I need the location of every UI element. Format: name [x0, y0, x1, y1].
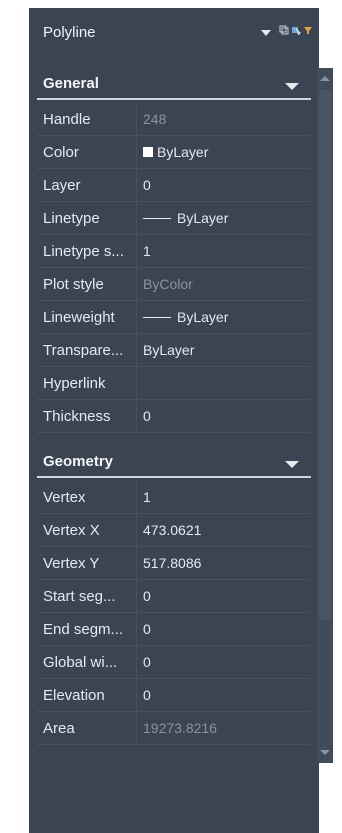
- property-value[interactable]: 0: [143, 177, 151, 193]
- property-row-lineweight[interactable]: Lineweight ByLayer: [37, 301, 311, 334]
- property-value[interactable]: 1: [143, 243, 151, 259]
- property-value[interactable]: 0: [143, 621, 151, 637]
- object-type-title: Polyline: [43, 24, 96, 41]
- property-label: Lineweight: [43, 309, 115, 326]
- color-swatch-icon: [143, 147, 153, 157]
- column-divider: [136, 481, 137, 513]
- property-label: Transpare...: [43, 342, 124, 359]
- column-divider: [136, 712, 137, 744]
- lineweight-preview-icon: [143, 317, 171, 318]
- column-divider: [136, 580, 137, 612]
- scroll-up-icon[interactable]: [320, 76, 330, 81]
- property-label: Layer: [43, 177, 81, 194]
- property-row-thickness[interactable]: Thickness 0: [37, 400, 311, 433]
- property-row-start-segment-width[interactable]: Start seg... 0: [37, 580, 311, 613]
- property-label: End segm...: [43, 621, 124, 638]
- property-row-layer[interactable]: Layer 0: [37, 169, 311, 202]
- column-divider: [136, 103, 137, 135]
- property-value: ByLayer: [157, 144, 209, 160]
- property-label: Handle: [43, 111, 91, 128]
- collapse-arrow-icon[interactable]: [285, 83, 299, 90]
- property-value[interactable]: 1: [143, 489, 151, 505]
- property-label: Area: [43, 720, 75, 737]
- column-divider: [136, 613, 137, 645]
- property-label: Plot style: [43, 276, 104, 293]
- property-value: ByLayer: [177, 309, 229, 325]
- property-value[interactable]: 473.0621: [143, 522, 201, 538]
- property-value[interactable]: 0: [143, 588, 151, 604]
- properties-panel: Polyline General Handle 248 Color ByLaye…: [29, 8, 333, 833]
- property-row-end-segment-width[interactable]: End segm... 0: [37, 613, 311, 646]
- property-label: Thickness: [43, 408, 111, 425]
- column-divider: [136, 646, 137, 678]
- property-row-vertex-y[interactable]: Vertex Y 517.8086: [37, 547, 311, 580]
- property-row-area[interactable]: Area 19273.8216: [37, 712, 311, 745]
- column-divider: [136, 547, 137, 579]
- property-row-global-width[interactable]: Global wi... 0: [37, 646, 311, 679]
- property-row-linetype-scale[interactable]: Linetype s... 1: [37, 235, 311, 268]
- property-value[interactable]: 0: [143, 408, 151, 424]
- panel-header: Polyline: [29, 20, 319, 46]
- property-value[interactable]: ByLayer: [143, 342, 194, 358]
- property-value[interactable]: 517.8086: [143, 555, 201, 571]
- section-divider: [37, 476, 311, 478]
- property-value-linetype[interactable]: ByLayer: [143, 210, 228, 226]
- section-general-label: General: [43, 75, 99, 92]
- column-divider: [136, 136, 137, 168]
- column-divider: [136, 514, 137, 546]
- select-objects-icon[interactable]: [291, 25, 301, 35]
- property-label: Elevation: [43, 687, 105, 704]
- quick-select-icon[interactable]: [303, 25, 313, 35]
- column-divider: [136, 400, 137, 432]
- column-divider: [136, 169, 137, 201]
- scroll-down-icon[interactable]: [320, 750, 330, 755]
- section-geometry[interactable]: Geometry: [37, 449, 311, 481]
- property-row-vertex[interactable]: Vertex 1: [37, 481, 311, 514]
- property-row-hyperlink[interactable]: Hyperlink: [37, 367, 311, 400]
- column-divider: [136, 334, 137, 366]
- property-value[interactable]: 0: [143, 687, 151, 703]
- property-row-vertex-x[interactable]: Vertex X 473.0621: [37, 514, 311, 547]
- property-label: Hyperlink: [43, 375, 106, 392]
- property-row-elevation[interactable]: Elevation 0: [37, 679, 311, 712]
- property-label: Vertex Y: [43, 555, 100, 572]
- property-row-plot-style[interactable]: Plot style ByColor: [37, 268, 311, 301]
- collapse-arrow-icon[interactable]: [285, 461, 299, 468]
- property-label: Vertex X: [43, 522, 100, 539]
- property-value[interactable]: 0: [143, 654, 151, 670]
- property-value: ByLayer: [177, 210, 229, 226]
- column-divider: [136, 268, 137, 300]
- property-label: Linetype: [43, 210, 100, 227]
- column-divider: [136, 367, 137, 399]
- section-divider: [37, 98, 311, 100]
- toggle-pickadd-icon[interactable]: [279, 25, 289, 35]
- property-label: Color: [43, 144, 79, 161]
- property-label: Vertex: [43, 489, 86, 506]
- column-divider: [136, 301, 137, 333]
- section-general[interactable]: General: [37, 71, 311, 103]
- column-divider: [136, 202, 137, 234]
- scrollbar-thumb[interactable]: [319, 90, 331, 620]
- property-row-handle[interactable]: Handle 248: [37, 103, 311, 136]
- section-geometry-label: Geometry: [43, 453, 114, 470]
- property-value-lineweight[interactable]: ByLayer: [143, 309, 228, 325]
- property-row-linetype[interactable]: Linetype ByLayer: [37, 202, 311, 235]
- property-row-transparency[interactable]: Transpare... ByLayer: [37, 334, 311, 367]
- property-label: Start seg...: [43, 588, 116, 605]
- property-row-color[interactable]: Color ByLayer: [37, 136, 311, 169]
- property-value: 248: [143, 111, 167, 127]
- column-divider: [136, 679, 137, 711]
- property-value: ByColor: [143, 276, 193, 292]
- property-label: Global wi...: [43, 654, 118, 671]
- column-divider: [136, 235, 137, 267]
- property-label: Linetype s...: [43, 243, 124, 260]
- property-value-color[interactable]: ByLayer: [143, 144, 208, 160]
- linetype-preview-icon: [143, 218, 171, 219]
- vertical-scrollbar[interactable]: [317, 68, 333, 763]
- property-value: 19273.8216: [143, 720, 217, 736]
- properties-list: General Handle 248 Color ByLayer Layer 0…: [37, 71, 311, 745]
- object-type-dropdown-icon[interactable]: [261, 30, 271, 36]
